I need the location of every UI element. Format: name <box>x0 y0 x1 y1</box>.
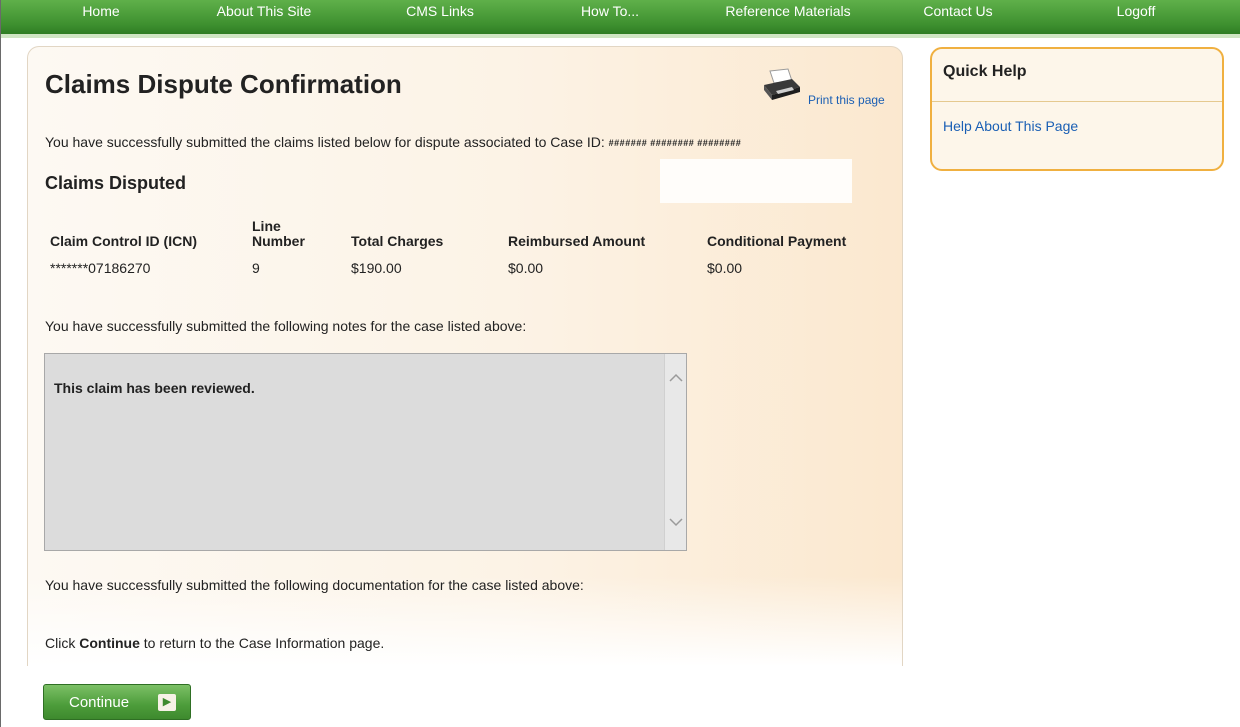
claims-table: Claim Control ID (ICN) Line Number Total… <box>45 219 872 279</box>
table-header-row: Claim Control ID (ICN) Line Number Total… <box>45 219 872 257</box>
app-frame: Home About This Site CMS Links How To...… <box>0 0 1240 727</box>
continue-button[interactable]: Continue ▶ <box>43 684 191 720</box>
nav-how-to[interactable]: How To... <box>565 0 655 34</box>
claims-disputed-heading: Claims Disputed <box>45 173 187 193</box>
cell-total-charges: $190.00 <box>351 260 402 276</box>
notes-scrollbar[interactable] <box>664 354 686 550</box>
redaction-area <box>660 159 852 203</box>
continue-instruction: Click Continue to return to the Case Inf… <box>45 635 384 651</box>
continue-instruction-prefix: Click <box>45 635 80 651</box>
nav-contact-us[interactable]: Contact Us <box>913 0 1003 34</box>
cell-line-number: 9 <box>252 260 260 276</box>
top-nav: Home About This Site CMS Links How To...… <box>1 0 1240 38</box>
case-id: ####### ######## ######## <box>608 138 742 148</box>
continue-button-label: Continue <box>69 694 130 711</box>
continue-instruction-suffix: to return to the Case Information page. <box>139 635 385 651</box>
col-header-conditional-payment: Conditional Payment <box>707 233 847 249</box>
continue-instruction-bold: Continue <box>79 635 140 651</box>
notes-text: This claim has been reviewed. <box>54 380 255 396</box>
col-header-line-number-text: Line Number <box>252 218 305 249</box>
nav-reference-materials[interactable]: Reference Materials <box>713 0 863 34</box>
arrow-right-icon: ▶ <box>158 694 176 711</box>
nav-cms-links[interactable]: CMS Links <box>395 0 485 34</box>
col-header-line-number: Line Number <box>247 219 346 257</box>
print-page-control[interactable]: Print this page <box>762 67 902 107</box>
print-link[interactable]: Print this page <box>808 93 885 107</box>
col-header-total-charges: Total Charges <box>351 233 444 249</box>
page-title: Claims Dispute Confirmation <box>45 69 402 99</box>
cell-icn: *******07186270 <box>50 260 151 276</box>
nav-logoff[interactable]: Logoff <box>1101 0 1171 34</box>
claims-success-text: You have successfully submitted the clai… <box>45 134 605 150</box>
nav-about[interactable]: About This Site <box>204 0 324 34</box>
chevron-up-icon[interactable] <box>665 368 686 390</box>
cell-conditional-payment: $0.00 <box>707 260 743 276</box>
nav-home[interactable]: Home <box>61 0 141 34</box>
table-row: *******07186270 9 $190.00 $0.00 $0.00 <box>45 257 872 279</box>
main-panel: Claims Dispute Confirmation Print this p… <box>27 46 903 666</box>
docs-success-message: You have successfully submitted the foll… <box>45 577 584 593</box>
quick-help-panel: Quick Help Help About This Page <box>930 47 1224 171</box>
col-header-reimbursed-amount: Reimbursed Amount <box>508 233 646 249</box>
notes-success-message: You have successfully submitted the foll… <box>45 318 527 334</box>
chevron-down-icon[interactable] <box>665 512 686 534</box>
cell-reimbursed-amount: $0.00 <box>508 260 544 276</box>
quick-help-title: Quick Help <box>932 49 1222 102</box>
col-header-icn: Claim Control ID (ICN) <box>50 233 197 249</box>
claims-success-message: You have successfully submitted the clai… <box>45 134 741 150</box>
notes-textarea[interactable]: This claim has been reviewed. <box>44 353 687 551</box>
printer-icon[interactable] <box>762 67 802 103</box>
help-about-page-link[interactable]: Help About This Page <box>943 118 1078 134</box>
